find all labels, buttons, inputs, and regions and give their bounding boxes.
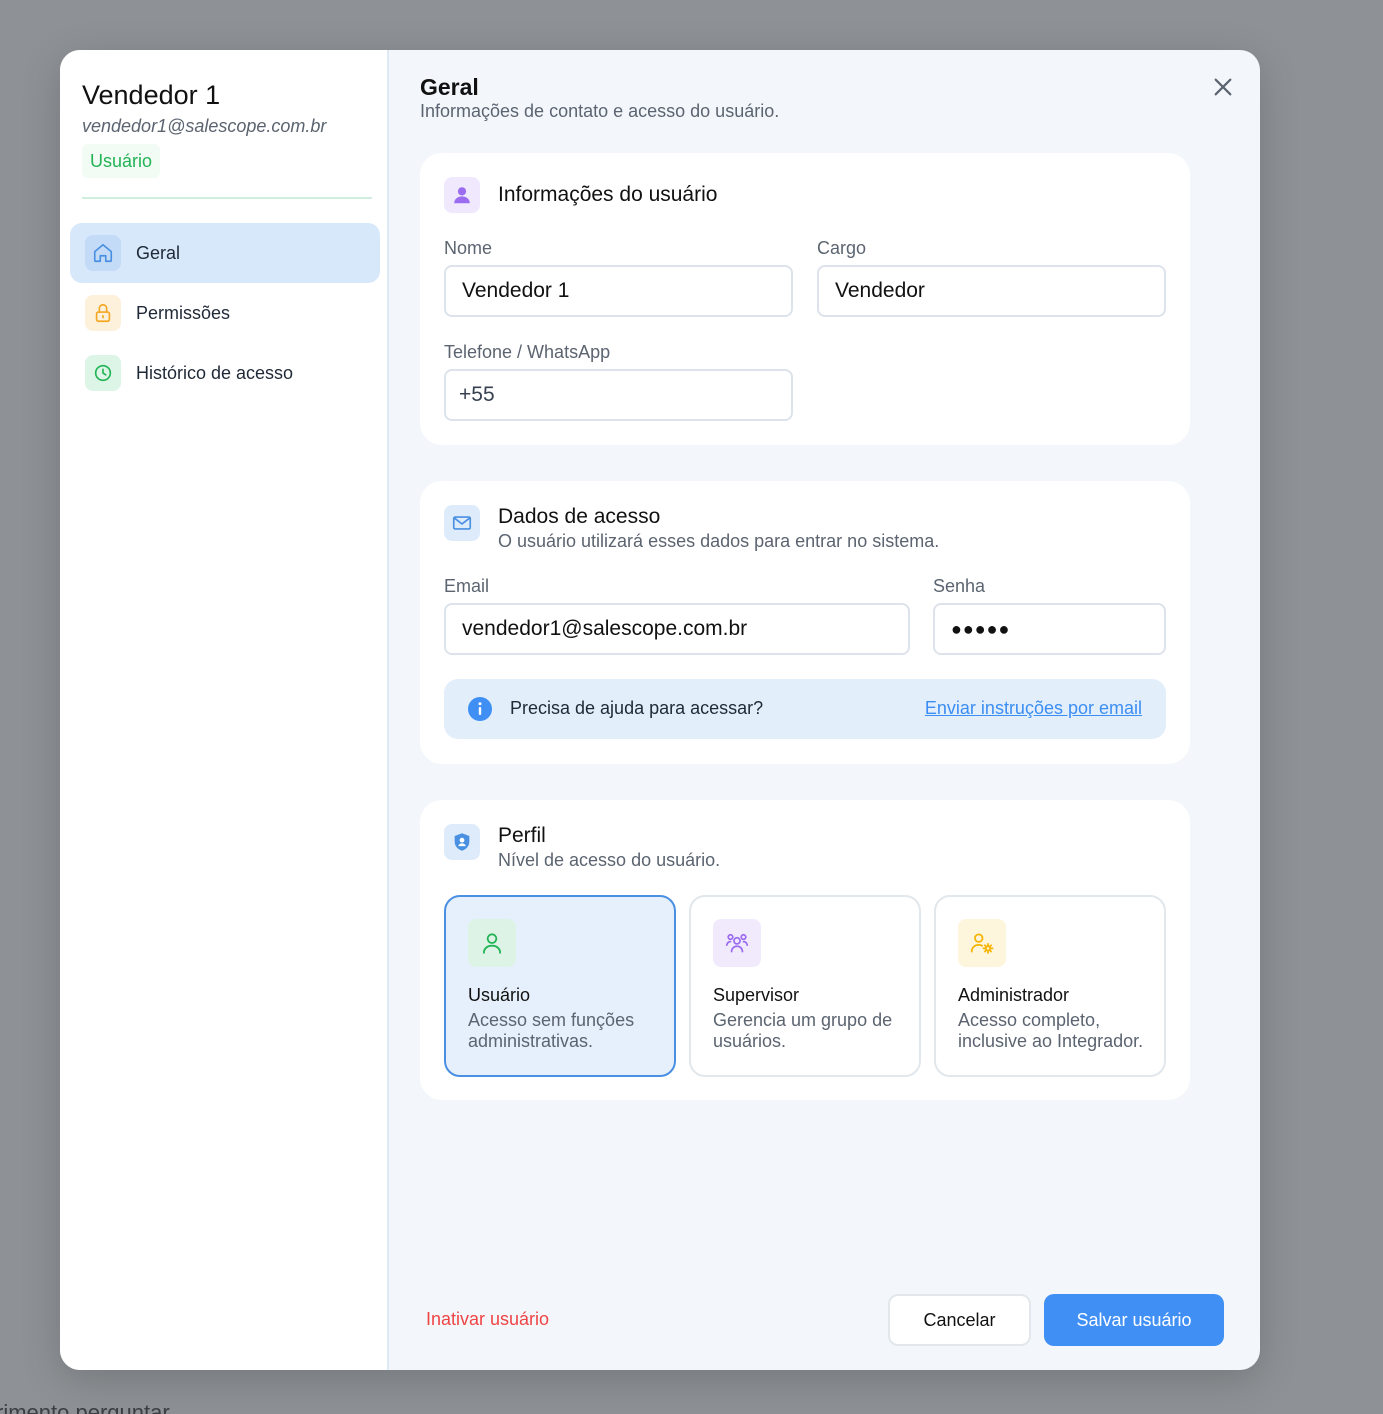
user-gear-icon: [958, 919, 1006, 967]
email-label: Email: [444, 576, 490, 596]
card-title: Perfil: [498, 824, 546, 847]
cancel-button[interactable]: Cancelar: [888, 1294, 1031, 1346]
user-email: vendedor1@salescope.com.br: [82, 116, 327, 136]
card-subtitle: O usuário utilizará esses dados para ent…: [498, 531, 940, 551]
user-icon: [468, 919, 516, 967]
access-card: Dados de acesso O usuário utilizará esse…: [420, 481, 1190, 764]
clock-icon: [85, 355, 121, 391]
card-title: Informações do usuário: [498, 183, 718, 206]
phone-label: Telefone / WhatsApp: [444, 342, 611, 362]
user-name: Vendedor 1: [82, 80, 221, 110]
lock-icon: [85, 295, 121, 331]
profile-card: Perfil Nível de acesso do usuário. Usuár…: [420, 800, 1190, 1100]
save-user-button[interactable]: Salvar usuário: [1044, 1294, 1224, 1346]
position-label: Cargo: [817, 238, 867, 258]
role-title: Supervisor: [713, 985, 800, 1005]
role-option-supervisor[interactable]: Supervisor Gerencia um grupo de usuários…: [689, 895, 921, 1077]
sidebar-item-historico[interactable]: Histórico de acesso: [70, 343, 380, 403]
user-icon: [444, 177, 480, 213]
close-button[interactable]: [1210, 74, 1236, 100]
inactivate-user-button[interactable]: Inativar usuário: [426, 1309, 549, 1330]
user-info-card: Informações do usuário Nome Cargo Telefo…: [420, 153, 1190, 445]
card-title: Dados de acesso: [498, 505, 661, 528]
password-label: Senha: [933, 576, 986, 596]
page-subtitle: Informações de contato e acesso do usuár…: [420, 101, 780, 121]
name-input[interactable]: [444, 265, 793, 317]
shield-user-icon: [444, 824, 480, 860]
role-title: Usuário: [468, 985, 531, 1005]
sidebar: Vendedor 1 vendedor1@salescope.com.br Us…: [60, 50, 389, 1370]
help-text: Precisa de ajuda para acessar?: [510, 698, 764, 718]
role-desc: Acesso completo, inclusive ao Integrador…: [958, 1010, 1144, 1051]
users-group-icon: [713, 919, 761, 967]
main-content: Geral Informações de contato e acesso do…: [391, 50, 1260, 1370]
role-desc: Gerencia um grupo de usuários.: [713, 1010, 893, 1051]
role-title: Administrador: [958, 985, 1070, 1005]
sidebar-divider: [82, 197, 372, 199]
backdrop-text: rimento perguntar: [0, 1400, 170, 1414]
card-subtitle: Nível de acesso do usuário.: [498, 850, 721, 870]
role-option-administrador[interactable]: Administrador Acesso completo, inclusive…: [934, 895, 1166, 1077]
sidebar-item-label: Permissões: [136, 302, 231, 323]
page-title: Geral: [420, 74, 479, 100]
send-instructions-link[interactable]: Enviar instruções por email: [925, 698, 1142, 719]
sidebar-item-label: Geral: [136, 242, 181, 263]
close-icon: [1214, 78, 1232, 96]
home-icon: [85, 235, 121, 271]
sidebar-item-geral[interactable]: Geral: [70, 223, 380, 283]
info-icon: [468, 697, 492, 721]
role-option-usuario[interactable]: Usuário Acesso sem funções administrativ…: [444, 895, 676, 1077]
sidebar-item-label: Histórico de acesso: [136, 362, 294, 383]
email-input[interactable]: [444, 603, 910, 655]
position-input[interactable]: [817, 265, 1166, 317]
phone-input[interactable]: [444, 369, 793, 421]
mail-icon: [444, 505, 480, 541]
role-badge: Usuário: [82, 144, 161, 178]
user-edit-modal: Vendedor 1 vendedor1@salescope.com.br Us…: [60, 50, 1260, 1370]
role-desc: Acesso sem funções administrativas.: [468, 1010, 635, 1051]
help-bar: Precisa de ajuda para acessar? Enviar in…: [444, 679, 1166, 739]
name-label: Nome: [444, 238, 493, 258]
sidebar-item-permissoes[interactable]: Permissões: [70, 283, 380, 343]
password-input[interactable]: [933, 603, 1166, 655]
